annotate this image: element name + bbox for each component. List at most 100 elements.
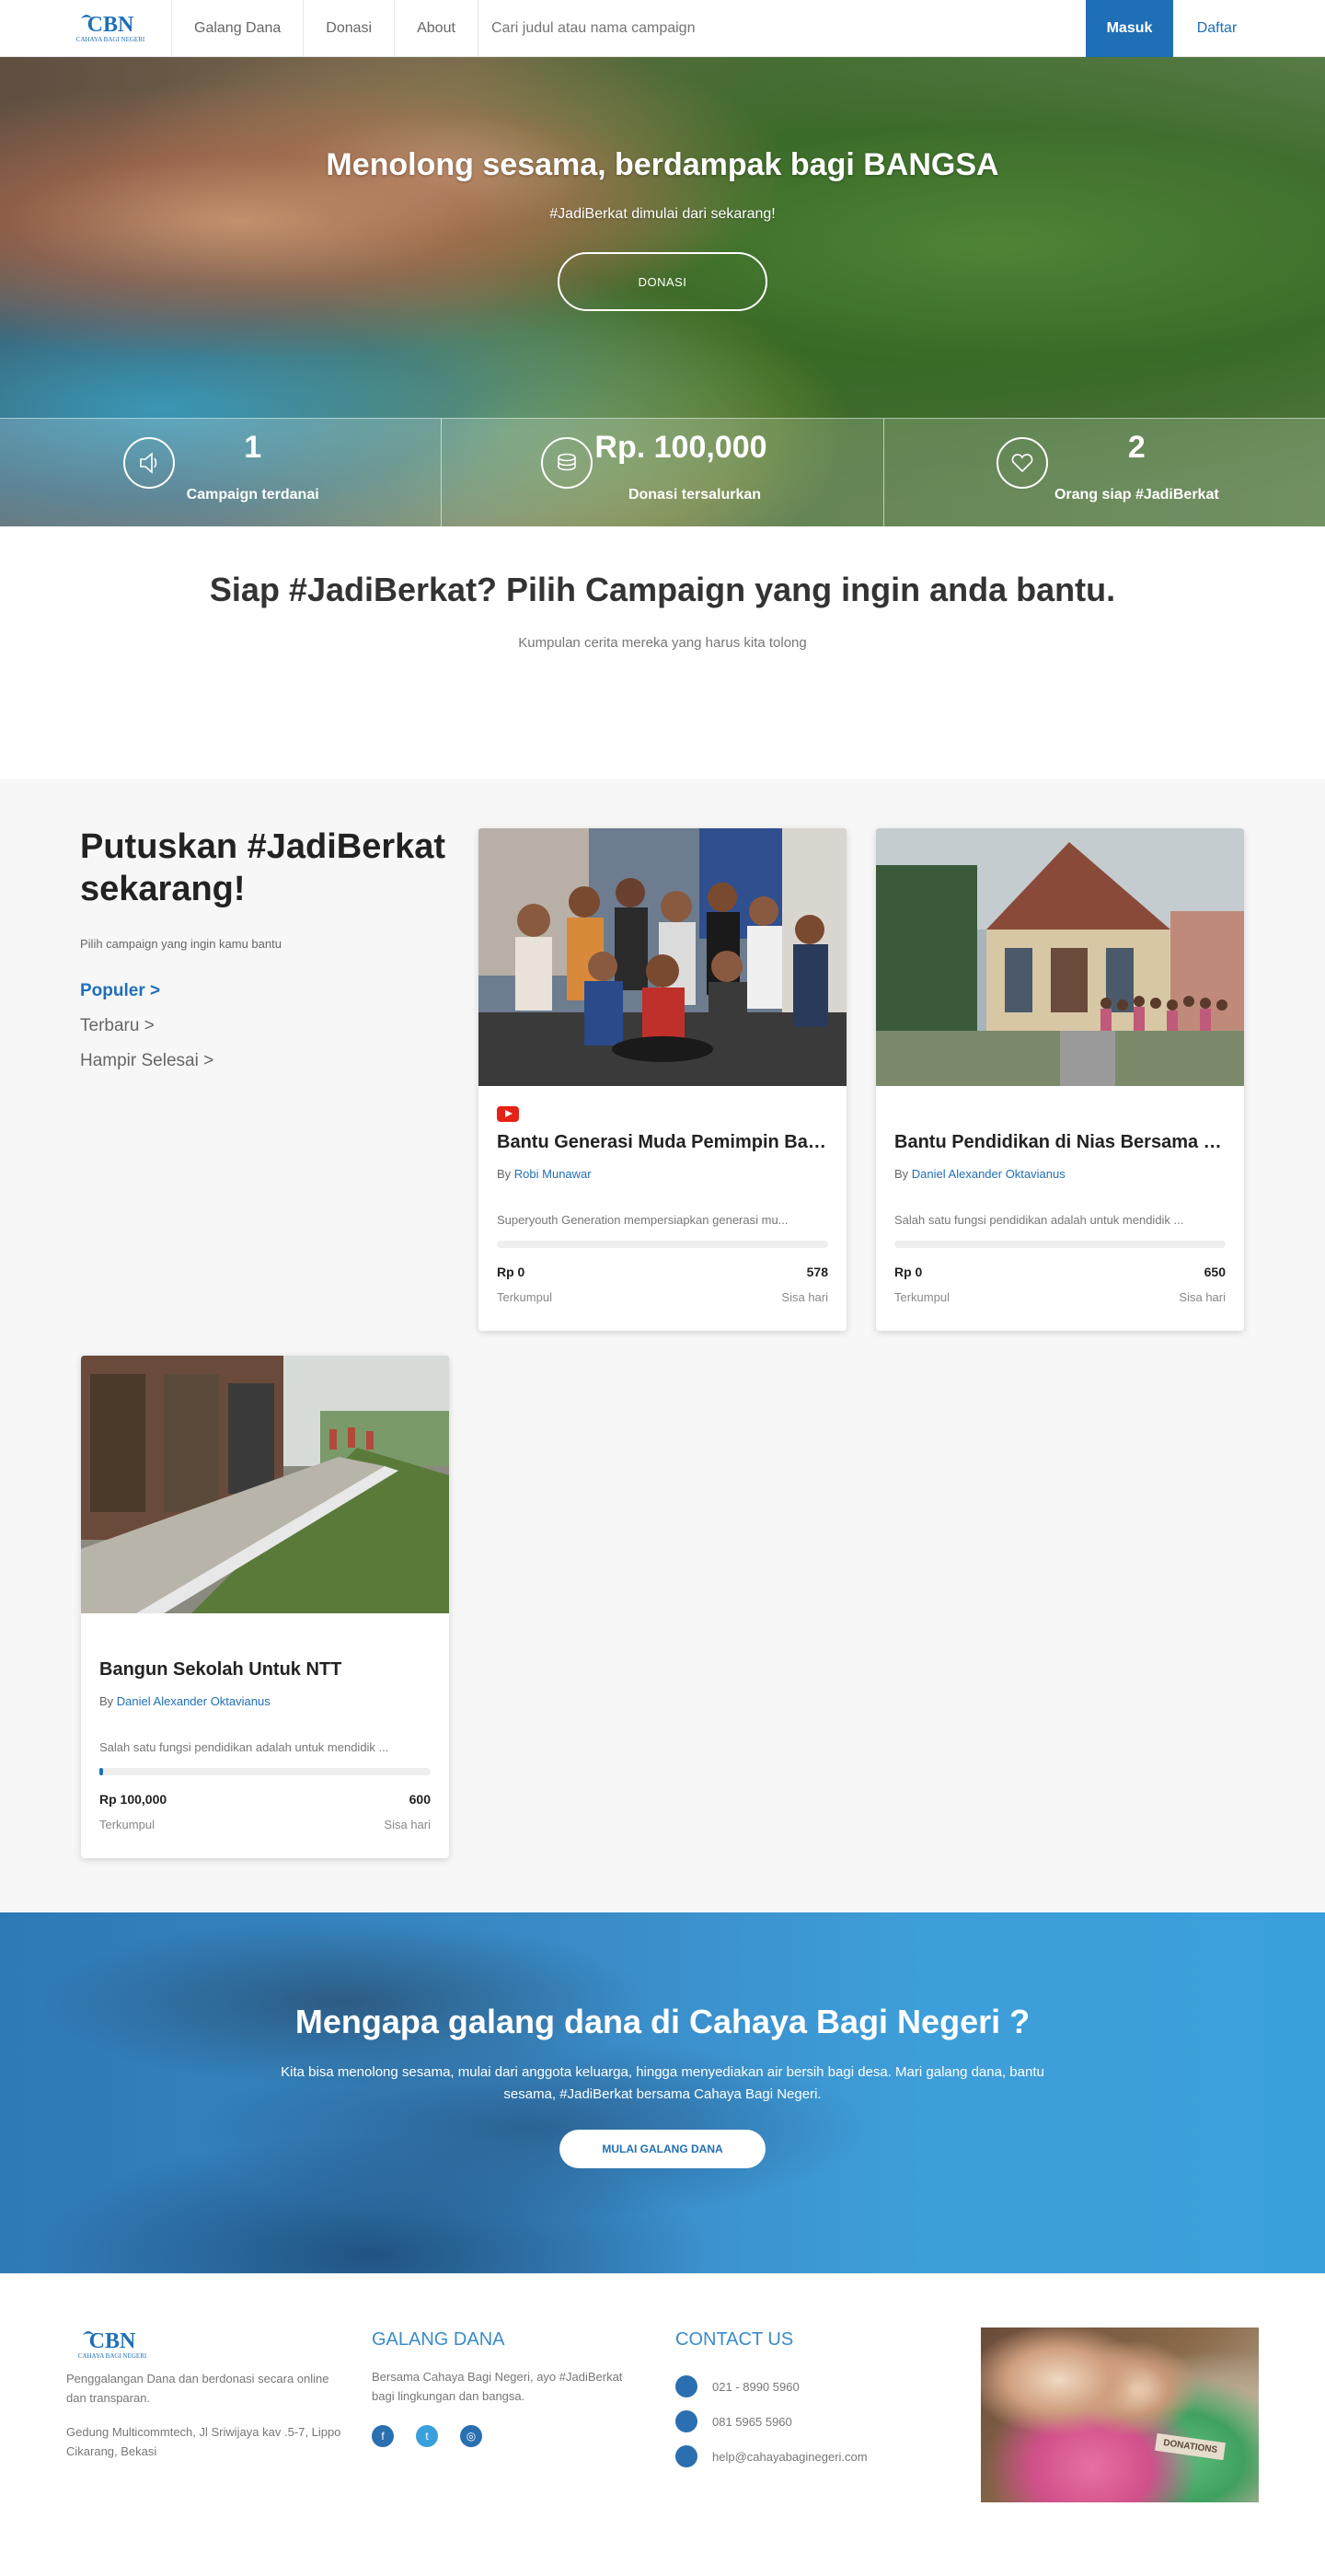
social-links: f t ◎ [372, 2425, 504, 2447]
campaign-description: Salah satu fungsi pendidikan adalah untu… [99, 1740, 389, 1754]
days-left-label: Sisa hari [1179, 1290, 1226, 1304]
filter-hampir-selesai[interactable]: Hampir Selesai > [80, 1051, 213, 1071]
campaign-filters: Populer > Terbaru > Hampir Selesai > [80, 981, 213, 1086]
campaign-image [478, 828, 847, 1086]
contact-email[interactable]: help@cahayabaginegeri.com [675, 2445, 868, 2467]
contact-phone-1-text: 021 - 8990 5960 [712, 2379, 800, 2394]
stat-value: 2 [1127, 430, 1146, 465]
campaign-description: Salah satu fungsi pendidikan adalah untu… [894, 1213, 1184, 1227]
collected-label: Terkumpul [894, 1290, 950, 1304]
intro-section: Siap #JadiBerkat? Pilih Campaign yang in… [0, 526, 1325, 779]
donate-button[interactable]: DONASI [558, 252, 767, 311]
cbn-logo[interactable]: CBN CAHAYA BAGI NEGERI [64, 9, 156, 46]
why-section: Mengapa galang dana di Cahaya Bagi Neger… [0, 1912, 1325, 2273]
footer-description: Penggalangan Dana dan berdonasi secara o… [66, 2372, 329, 2405]
days-left: 650 [1204, 1265, 1226, 1279]
stat-label: Donasi tersalurkan [628, 487, 762, 502]
nav-link-about[interactable]: About [394, 0, 478, 57]
login-button[interactable]: Masuk [1086, 0, 1173, 57]
campaign-card[interactable]: Bantu Pendidikan di Nias Bersama Ob... B… [876, 828, 1244, 1331]
days-left-label: Sisa hari [781, 1290, 828, 1304]
campaign-title[interactable]: Bantu Generasi Muda Pemimpin Bangs... [497, 1132, 828, 1153]
stat-value: 1 [244, 430, 262, 465]
campaign-author: By Daniel Alexander Oktavianus [99, 1694, 271, 1708]
days-left: 600 [409, 1792, 431, 1807]
hero-banner: Menolong sesama, berdampak bagi BANGSA #… [0, 57, 1325, 526]
stat-label: Campaign terdanai [186, 487, 319, 502]
progress-bar [894, 1241, 1226, 1248]
galang-dana-heading: GALANG DANA [372, 2329, 505, 2350]
phone-icon [675, 2375, 697, 2397]
by-prefix: By [894, 1167, 909, 1181]
campaign-title[interactable]: Bangun Sekolah Untuk NTT [99, 1659, 431, 1681]
campaign-card-body: Bangun Sekolah Untuk NTT By Daniel Alexa… [99, 1613, 431, 1858]
stat-value: Rp. 100,000 [594, 430, 767, 465]
author-link[interactable]: Daniel Alexander Oktavianus [912, 1167, 1066, 1181]
navbar: CBN CAHAYA BAGI NEGERI Galang Dana Donas… [0, 0, 1325, 57]
contact-phone-2-text: 081 5965 5960 [712, 2414, 792, 2429]
campaign-card-body: Bantu Generasi Muda Pemimpin Bangs... By… [497, 1086, 828, 1331]
footer-donation-image: DONATIONS [981, 2328, 1259, 2502]
stat-label: Orang siap #JadiBerkat [1054, 487, 1219, 502]
email-icon [675, 2445, 697, 2467]
stat-volunteers: 2 Orang siap #JadiBerkat [884, 419, 1325, 526]
progress-bar [99, 1768, 431, 1775]
amount-collected: Rp 100,000 [99, 1792, 167, 1807]
campaign-image [81, 1356, 449, 1613]
intro-subtitle: Kumpulan cerita mereka yang harus kita t… [518, 635, 807, 651]
twitter-icon[interactable]: t [416, 2425, 438, 2447]
facebook-icon[interactable]: f [372, 2425, 394, 2447]
nav-link-donasi[interactable]: Donasi [303, 0, 394, 57]
campaign-title[interactable]: Bantu Pendidikan di Nias Bersama Ob... [894, 1132, 1226, 1153]
intro-title: Siap #JadiBerkat? Pilih Campaign yang in… [209, 571, 1116, 608]
progress-bar [497, 1241, 828, 1248]
stat-donations: Rp. 100,000 Donasi tersalurkan [442, 419, 884, 526]
contact-phone-2[interactable]: 081 5965 5960 [675, 2410, 792, 2432]
by-prefix: By [99, 1694, 114, 1708]
register-button[interactable]: Daftar [1173, 0, 1261, 57]
contact-email-text: help@cahayabaginegeri.com [712, 2449, 868, 2464]
footer-logo-text: CBN [89, 2329, 136, 2353]
contact-heading: CONTACT US [675, 2329, 794, 2350]
stat-campaigns: 1 Campaign terdanai [0, 419, 443, 526]
why-text: Kita bisa menolong sesama, mulai dari an… [281, 2064, 1044, 2102]
campaigns-subtitle: Pilih campaign yang ingin kamu bantu [80, 937, 282, 951]
campaign-card[interactable]: Bangun Sekolah Untuk NTT By Daniel Alexa… [81, 1356, 449, 1858]
by-prefix: By [497, 1167, 512, 1181]
days-left-label: Sisa hari [384, 1818, 431, 1831]
logo-subtext: CAHAYA BAGI NEGERI [76, 36, 145, 43]
search-input[interactable] [491, 20, 1080, 37]
nav-link-galang-dana[interactable]: Galang Dana [171, 0, 303, 57]
author-link[interactable]: Robi Munawar [514, 1167, 592, 1181]
start-fundraising-button[interactable]: MULAI GALANG DANA [559, 2130, 766, 2168]
filter-terbaru[interactable]: Terbaru > [80, 1016, 213, 1036]
hero-subtitle: #JadiBerkat dimulai dari sekarang! [549, 206, 776, 222]
progress-fill [99, 1768, 103, 1775]
instagram-icon[interactable]: ◎ [460, 2425, 482, 2447]
amount-collected: Rp 0 [894, 1265, 923, 1279]
search-bar [491, 0, 1080, 57]
campaign-image [876, 828, 1244, 1086]
campaigns-section: Putuskan #JadiBerkat sekarang! Pilih cam… [0, 779, 1325, 1912]
donations-box-label: DONATIONS [1155, 2432, 1227, 2461]
campaigns-title: Putuskan #JadiBerkat sekarang! [80, 827, 446, 908]
filter-populer[interactable]: Populer > [80, 981, 213, 1001]
galang-dana-text: Bersama Cahaya Bagi Negeri, ayo #JadiBer… [372, 2370, 623, 2403]
why-title: Mengapa galang dana di Cahaya Bagi Neger… [294, 2003, 1031, 2040]
footer: CBN CAHAYA BAGI NEGERI Penggalangan Dana… [0, 2273, 1325, 2576]
author-link[interactable]: Daniel Alexander Oktavianus [117, 1694, 271, 1708]
campaign-author: By Daniel Alexander Oktavianus [894, 1167, 1066, 1181]
amount-collected: Rp 0 [497, 1265, 525, 1279]
campaign-card[interactable]: Bantu Generasi Muda Pemimpin Bangs... By… [478, 828, 847, 1331]
logo-text: CBN [87, 13, 134, 37]
collected-label: Terkumpul [99, 1818, 155, 1831]
phone-icon [675, 2410, 697, 2432]
youtube-icon [497, 1106, 519, 1122]
footer-logo-subtext: CAHAYA BAGI NEGERI [78, 2352, 147, 2360]
footer-logo[interactable]: CBN CAHAYA BAGI NEGERI [66, 2326, 158, 2362]
campaign-author: By Robi Munawar [497, 1167, 592, 1181]
footer-address: Gedung Multicommtech, Jl Sriwijaya kav .… [66, 2425, 341, 2458]
campaign-description: Superyouth Generation mempersiapkan gene… [497, 1213, 789, 1227]
stats-bar: 1 Campaign terdanai Rp. 100,000 Donasi t… [0, 418, 1325, 526]
contact-phone-1[interactable]: 021 - 8990 5960 [675, 2375, 800, 2397]
